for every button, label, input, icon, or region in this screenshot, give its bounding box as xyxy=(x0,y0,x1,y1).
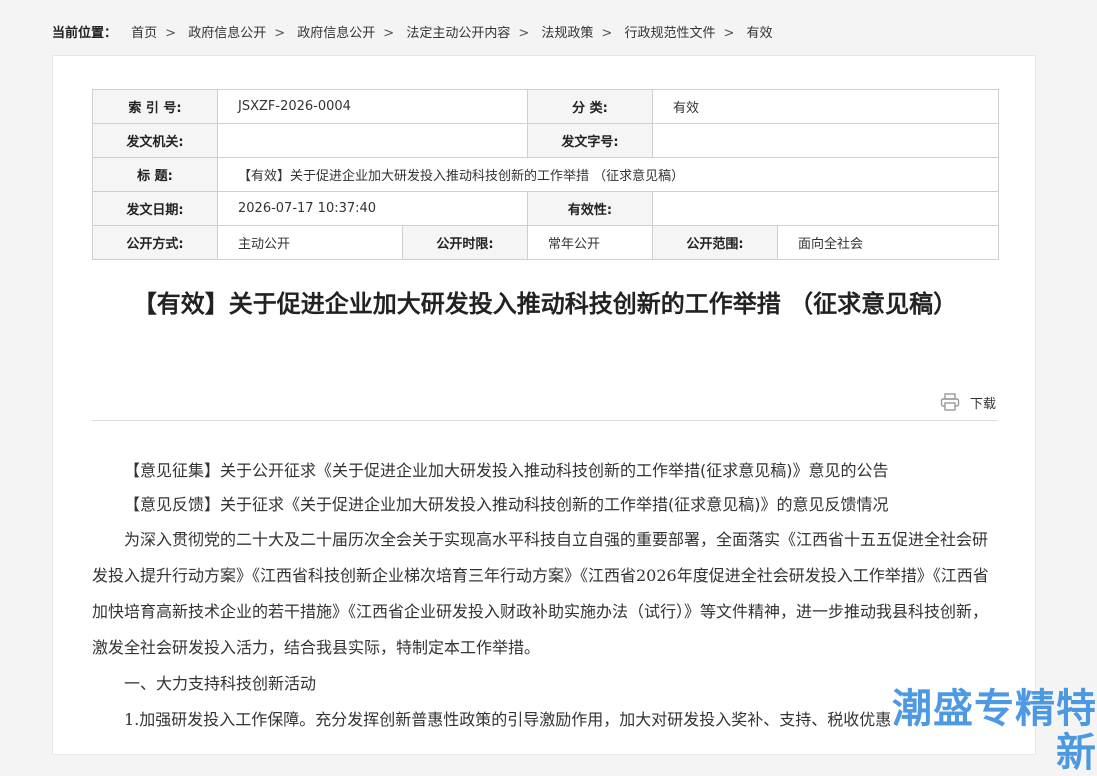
breadcrumb-item-gov-info-2[interactable]: 政府信息公开 xyxy=(297,26,375,41)
breadcrumb-separator: > xyxy=(601,26,613,41)
breadcrumb-item-statutory[interactable]: 法定主动公开内容 xyxy=(406,26,510,41)
open-mode-value: 主动公开 xyxy=(217,225,403,260)
title-value: 【有效】关于促进企业加大研发投入推动科技创新的工作举措 （征求意见稿） xyxy=(216,157,1000,192)
meta-row-index: 索 引 号: JSXZF-2026-0004 分 类: 有效 xyxy=(92,89,1000,124)
meta-row-issuer: 发文机关: 发文字号: xyxy=(92,123,1000,158)
open-mode-label: 公开方式: xyxy=(92,225,218,260)
category-label: 分 类: xyxy=(527,89,653,124)
printer-icon[interactable] xyxy=(940,393,960,411)
meta-row-date: 发文日期: 2026-07-17 10:37:40 有效性: xyxy=(92,191,1000,226)
doc-number-value xyxy=(651,123,1000,158)
breadcrumb-item-home[interactable]: 首页 xyxy=(131,26,157,41)
document-title: 【有效】关于促进企业加大研发投入推动科技创新的工作举措 （征求意见稿） xyxy=(132,290,958,318)
date-label: 发文日期: xyxy=(92,191,218,226)
title-label: 标 题: xyxy=(92,157,218,192)
opinion-feedback-link[interactable]: 【意见反馈】关于征求《关于促进企业加大研发投入推动科技创新的工作举措(征求意见稿… xyxy=(124,495,889,514)
issuer-value xyxy=(217,123,528,158)
breadcrumb-separator: > xyxy=(165,26,177,41)
issuer-label: 发文机关: xyxy=(92,123,218,158)
watermark-logo: 潮盛专精特新 xyxy=(892,686,1097,776)
download-link[interactable]: 下载 xyxy=(970,393,996,412)
index-value: JSXZF-2026-0004 xyxy=(217,89,528,124)
index-label: 索 引 号: xyxy=(92,89,218,124)
title-divider xyxy=(92,420,998,421)
breadcrumb-item-gov-info[interactable]: 政府信息公开 xyxy=(188,26,266,41)
breadcrumb-item-normative-docs[interactable]: 行政规范性文件 xyxy=(624,26,715,41)
breadcrumb-separator: > xyxy=(274,26,286,41)
doc-number-label: 发文字号: xyxy=(527,123,653,158)
category-value: 有效 xyxy=(651,89,1000,124)
open-scope-label: 公开范围: xyxy=(652,225,778,260)
meta-row-open: 公开方式: 主动公开 公开时限: 常年公开 公开范围: 面向全社会 xyxy=(92,225,1000,260)
doc-tools: 下载 xyxy=(940,392,996,412)
meta-row-title: 标 题: 【有效】关于促进企业加大研发投入推动科技创新的工作举措 （征求意见稿） xyxy=(92,157,1000,192)
breadcrumb-item-regulations[interactable]: 法规政策 xyxy=(541,26,593,41)
breadcrumb-separator: > xyxy=(383,26,395,41)
content-panel: 索 引 号: JSXZF-2026-0004 分 类: 有效 发文机关: 发文字… xyxy=(52,55,1036,755)
open-scope-value: 面向全社会 xyxy=(776,225,1000,260)
breadcrumb-separator: > xyxy=(723,26,735,41)
breadcrumb-label: 当前位置： xyxy=(52,26,118,41)
breadcrumb: 当前位置： 首页 > 政府信息公开 > 政府信息公开 > 法定主动公开内容 > 法规政策… xyxy=(52,24,773,44)
breadcrumb-item-valid[interactable]: 有效 xyxy=(747,26,773,41)
validity-value xyxy=(651,191,1000,226)
open-period-value: 常年公开 xyxy=(527,225,653,260)
validity-label: 有效性: xyxy=(527,191,653,226)
opinion-solicitation-link[interactable]: 【意见征集】关于公开征求《关于促进企业加大研发投入推动科技创新的工作举措(征求意… xyxy=(124,461,889,480)
date-value: 2026-07-17 10:37:40 xyxy=(217,191,528,226)
doc-meta-table: 索 引 号: JSXZF-2026-0004 分 类: 有效 发文机关: 发文字… xyxy=(92,89,1000,260)
breadcrumb-separator: > xyxy=(518,26,530,41)
open-period-label: 公开时限: xyxy=(402,225,528,260)
body-paragraph-intro: 为深入贯彻党的二十大及二十届历次全会关于实现高水平科技自立自强的重要部署，全面落… xyxy=(92,530,989,657)
